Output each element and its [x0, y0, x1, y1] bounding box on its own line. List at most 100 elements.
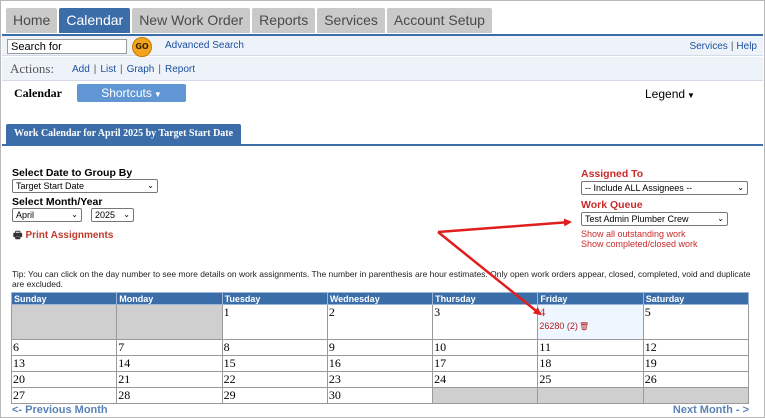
weekday-header: Sunday Monday Tuesday Wednesday Thursday… [10, 292, 750, 305]
tab-calendar[interactable]: Calendar [59, 8, 131, 33]
list-link[interactable]: List [100, 64, 116, 75]
day-cell[interactable]: 10 [432, 339, 539, 356]
chevron-down-icon: ⌄ [717, 214, 724, 223]
day-cell[interactable]: 22 [221, 371, 328, 388]
divider: | [158, 64, 161, 75]
weekday-tuesday: Tuesday [221, 292, 328, 305]
top-links: Services | Help [689, 41, 757, 52]
services-link[interactable]: Services [689, 41, 727, 52]
day-cell[interactable]: 14 [116, 355, 223, 372]
search-input[interactable] [7, 39, 127, 54]
actions-links: Add | List | Graph | Report [72, 64, 195, 75]
chevron-down-icon: ⌄ [71, 210, 78, 219]
assigned-to-select[interactable]: -- Include ALL Assignees -- ⌄ [581, 181, 748, 195]
go-button[interactable]: GO [132, 37, 152, 57]
week-row: 13 14 15 16 17 18 19 [10, 355, 750, 372]
month-year-label: Select Month/Year [12, 196, 103, 208]
day-cell[interactable]: 26 [642, 371, 750, 388]
work-order-entry[interactable]: 26280 (2)🗑 [539, 321, 641, 331]
work-queue-value: Test Admin Plumber Crew [585, 214, 689, 224]
day-cell[interactable]: 18 [537, 355, 644, 372]
day-cell[interactable]: 1 [221, 304, 328, 340]
report-link[interactable]: Report [165, 64, 195, 75]
legend-label: Legend [645, 87, 686, 101]
add-link[interactable]: Add [72, 64, 90, 75]
next-month-link[interactable]: Next Month - > [673, 404, 749, 416]
day-cell[interactable]: 30 [326, 387, 434, 404]
empty-day-cell [116, 304, 223, 340]
tip-text: Tip: You can click on the day number to … [12, 269, 751, 289]
day-cell[interactable]: 21 [116, 371, 223, 388]
month-select[interactable]: April ⌄ [12, 208, 82, 222]
work-calendar-tab[interactable]: Work Calendar for April 2025 by Target S… [6, 124, 242, 144]
chevron-down-icon: ⌄ [737, 183, 744, 192]
tab-home[interactable]: Home [6, 8, 58, 33]
day-cell[interactable]: 25 [537, 371, 644, 388]
print-assignments-link[interactable]: 🖶 Print Assignments [13, 228, 113, 245]
legend-button[interactable]: Legend ▼ [645, 87, 695, 101]
empty-day-cell [537, 387, 644, 404]
tab-services[interactable]: Services [317, 8, 385, 33]
tab-reports[interactable]: Reports [252, 8, 316, 33]
day-cell[interactable]: 24 [432, 371, 539, 388]
tab-underline [2, 144, 763, 146]
day-cell-today: 4 26280 (2)🗑 [537, 304, 644, 340]
show-outstanding-link[interactable]: Show all outstanding work [581, 229, 686, 239]
day-cell[interactable]: 5 [642, 304, 750, 340]
caret-down-icon: ▼ [153, 90, 162, 99]
weekday-monday: Monday [116, 292, 223, 305]
search-bar: GO Advanced Search Services|Help [2, 34, 763, 57]
day-cell[interactable]: 19 [642, 355, 750, 372]
week-row: 1 2 3 4 26280 (2)🗑 5 [10, 304, 750, 340]
weekday-wednesday: Wednesday [326, 292, 434, 305]
trash-icon[interactable]: 🗑 [579, 322, 589, 331]
group-by-value: Target Start Date [16, 181, 85, 191]
tab-account-setup[interactable]: Account Setup [386, 8, 492, 33]
month-value: April [16, 210, 35, 220]
year-select[interactable]: 2025 ⌄ [91, 208, 134, 222]
divider: | [93, 64, 97, 75]
day-cell[interactable]: 2 [326, 304, 434, 340]
day-cell[interactable]: 28 [116, 387, 223, 404]
day-cell[interactable]: 17 [432, 355, 539, 372]
shortcuts-label: Shortcuts [101, 86, 152, 100]
day-cell[interactable]: 9 [326, 339, 434, 356]
day-cell[interactable]: 20 [10, 371, 118, 388]
group-by-select[interactable]: Target Start Date ⌄ [12, 179, 158, 193]
group-by-label: Select Date to Group By [12, 167, 133, 179]
show-completed-link[interactable]: Show completed/closed work [581, 239, 698, 249]
graph-link[interactable]: Graph [127, 64, 155, 75]
assigned-to-value: -- Include ALL Assignees -- [585, 183, 693, 193]
day-cell[interactable]: 12 [642, 339, 750, 356]
advanced-search-link[interactable]: Advanced Search [165, 40, 244, 51]
day-cell[interactable]: 23 [326, 371, 434, 388]
day-cell[interactable]: 8 [221, 339, 328, 356]
day-number[interactable]: 4 [539, 305, 545, 319]
assigned-to-label: Assigned To [581, 168, 644, 180]
weekday-friday: Friday [537, 292, 644, 305]
divider: | [730, 41, 734, 52]
caret-down-icon: ▼ [687, 91, 695, 100]
work-queue-select[interactable]: Test Admin Plumber Crew ⌄ [581, 212, 728, 226]
day-cell[interactable]: 3 [432, 304, 539, 340]
printer-icon: 🖶 [13, 230, 23, 241]
week-row: 6 7 8 9 10 11 12 [10, 339, 750, 356]
day-cell[interactable]: 7 [116, 339, 223, 356]
help-link[interactable]: Help [736, 41, 757, 52]
calendar-heading: Calendar [14, 86, 62, 100]
day-cell[interactable]: 6 [10, 339, 118, 356]
work-order-label: 26280 (2) [539, 321, 578, 331]
day-cell[interactable]: 29 [221, 387, 328, 404]
weekday-sunday: Sunday [10, 292, 118, 305]
actions-label: Actions: [10, 61, 55, 76]
empty-day-cell [10, 304, 118, 340]
previous-month-link[interactable]: <- Previous Month [12, 404, 108, 416]
day-cell[interactable]: 11 [537, 339, 644, 356]
tab-new-work-order[interactable]: New Work Order [132, 8, 251, 33]
day-cell[interactable]: 16 [326, 355, 434, 372]
day-cell[interactable]: 27 [10, 387, 118, 404]
shortcuts-button[interactable]: Shortcuts ▼ [77, 84, 186, 102]
day-cell[interactable]: 13 [10, 355, 118, 372]
weekday-thursday: Thursday [432, 292, 539, 305]
day-cell[interactable]: 15 [221, 355, 328, 372]
